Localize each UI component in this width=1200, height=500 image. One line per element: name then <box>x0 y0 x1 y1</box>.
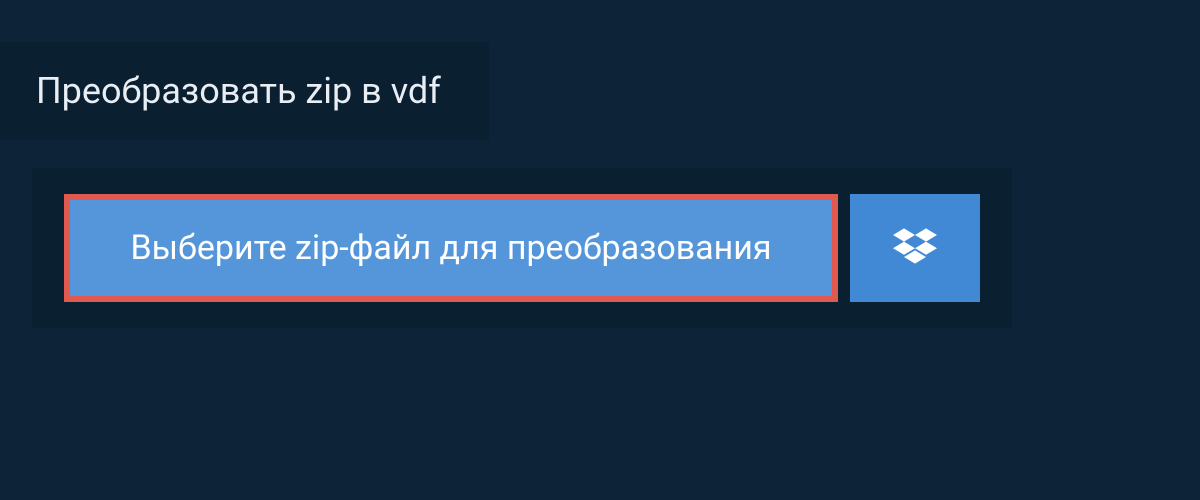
header-tab: Преобразовать zip в vdf <box>0 42 489 140</box>
dropbox-button[interactable] <box>850 194 980 302</box>
select-file-button[interactable]: Выберите zip-файл для преобразования <box>64 194 838 302</box>
page-container: Преобразовать zip в vdf Выберите zip-фай… <box>0 0 1200 500</box>
dropbox-icon <box>893 224 937 272</box>
upload-panel: Выберите zip-файл для преобразования <box>32 168 1012 328</box>
page-title: Преобразовать zip в vdf <box>36 70 441 112</box>
select-file-label: Выберите zip-файл для преобразования <box>130 228 771 268</box>
